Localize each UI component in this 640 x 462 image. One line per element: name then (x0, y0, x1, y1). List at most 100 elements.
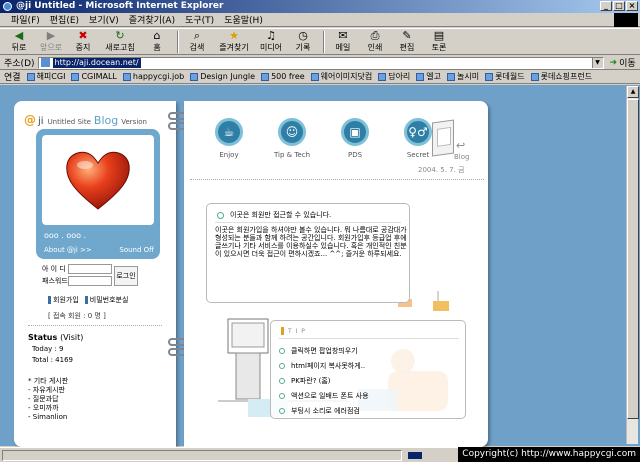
go-button[interactable]: ➜ 이동 (610, 56, 636, 70)
link-item[interactable]: 해피CGI (26, 71, 65, 82)
about-link[interactable]: About @ji >> (44, 246, 92, 254)
favorites-button[interactable]: ★ 즐겨찾기 (214, 30, 254, 53)
back-arrow-icon: ◀ (14, 29, 24, 42)
menu-favorites[interactable]: 즐겨찾기(A) (124, 13, 180, 26)
link-item[interactable]: 놀시미 (447, 71, 479, 82)
window-controls: _ □ × (600, 1, 638, 11)
blog-label[interactable]: Blog (454, 153, 469, 161)
media-icon: ♫ (266, 29, 276, 42)
board-link[interactable]: - 오미까까 (28, 404, 68, 413)
divider (28, 325, 162, 326)
forward-button[interactable]: ▶ 앞으로 (36, 30, 66, 53)
refresh-button[interactable]: ↻ 새로고침 (100, 30, 140, 53)
id-label: 아 이 디 (42, 265, 66, 273)
password-row: 패스워드 (42, 276, 112, 286)
back-label: 뒤로 (11, 43, 27, 52)
link-icon (26, 72, 35, 81)
notice-divider (215, 222, 401, 223)
discuss-button[interactable]: ▤ 토론 (424, 30, 454, 53)
find-password-link[interactable]: 비밀번호분실 (85, 295, 129, 305)
close-button[interactable]: × (626, 1, 638, 11)
board-link[interactable]: - 자유게시판 (28, 386, 68, 395)
menu-tools[interactable]: 도구(T) (180, 13, 219, 26)
home-button[interactable]: ⌂ 홈 (142, 30, 172, 53)
minimize-button[interactable]: _ (600, 1, 612, 11)
join-link[interactable]: 회원가입 (48, 295, 79, 305)
address-bar: 주소(D) http://aji.docean.net/ ▼ ➜ 이동 (0, 56, 640, 70)
link-label: 웨어이미지닷컴 (320, 72, 373, 81)
menu-help[interactable]: 도움말(H) (219, 13, 268, 26)
menu-view[interactable]: 보기(V) (84, 13, 124, 26)
title-bar: @ji Untitled - Microsoft Internet Explor… (0, 0, 640, 13)
menu-bar: 파일(F) 편집(E) 보기(V) 즐겨찾기(A) 도구(T) 도움말(H) (0, 13, 640, 27)
link-icon (378, 72, 387, 81)
back-button[interactable]: ◀ 뒤로 (4, 30, 34, 53)
login-button[interactable]: 로그인 (114, 266, 138, 286)
maximize-button[interactable]: □ (613, 1, 625, 11)
board-link[interactable]: - Simanlion (28, 413, 68, 422)
nav-icons: ☕ Enjoy ☺ Tip & Tech ▣ PDS ♀♂ Secret (208, 118, 439, 159)
nav-pds[interactable]: ▣ PDS (334, 118, 376, 159)
mail-button[interactable]: ✉ 메일 (328, 30, 358, 53)
tip-item[interactable]: 액션으로 일배드 폰트 사용 (279, 388, 369, 403)
search-label: 검색 (189, 43, 205, 52)
mail-label: 메일 (335, 43, 351, 52)
blog-book-icon[interactable] (432, 119, 454, 157)
menu-file[interactable]: 파일(F) (6, 13, 45, 26)
address-url[interactable]: http://aji.docean.net/ (52, 57, 141, 68)
link-item[interactable]: 롯데쇼핑프런드 (530, 71, 592, 82)
link-item[interactable]: Design Jungle (190, 72, 255, 81)
print-label: 인쇄 (367, 43, 383, 52)
link-item[interactable]: 웨어이미지닷컴 (310, 71, 373, 82)
mail-icon: ✉ (338, 29, 348, 42)
media-button[interactable]: ♫ 미디어 (256, 30, 286, 53)
printer-icon: ⎙ (370, 29, 380, 42)
scroll-up-icon[interactable]: ▲ (627, 86, 639, 98)
link-icon (447, 72, 456, 81)
page-icon (40, 58, 50, 67)
tip-divider (279, 338, 459, 339)
link-item[interactable]: happycgi.job (122, 72, 184, 81)
id-input[interactable] (68, 264, 112, 274)
search-button[interactable]: ⌕ 검색 (182, 30, 212, 53)
tip-item[interactable]: 부팅시 소리로 에러점검 (279, 403, 369, 418)
menu-edit[interactable]: 편집(E) (45, 13, 84, 26)
history-icon: ◷ (298, 29, 308, 42)
stop-button[interactable]: ✖ 중지 (68, 30, 98, 53)
print-button[interactable]: ⎙ 인쇄 (360, 30, 390, 53)
home-label: 홈 (153, 43, 161, 52)
nav-tip-tech[interactable]: ☺ Tip & Tech (271, 118, 313, 159)
link-item[interactable]: CGIMALL (71, 72, 117, 81)
nav-label: Secret (406, 151, 430, 159)
tip-item[interactable]: PK파란? (홈) (279, 373, 369, 388)
board-link[interactable]: - 질문과답 (28, 395, 68, 404)
address-input[interactable]: http://aji.docean.net/ ▼ (37, 56, 604, 69)
sound-toggle[interactable]: Sound Off (119, 246, 154, 254)
profile-image (42, 135, 154, 225)
tip-item[interactable]: html페이지 복사못하게.. (279, 358, 369, 373)
chevron-down-icon[interactable]: ▼ (591, 57, 603, 68)
forward-label: 앞으로 (39, 43, 63, 52)
nav-enjoy[interactable]: ☕ Enjoy (208, 118, 250, 159)
dotted-divider (190, 179, 484, 180)
link-label: Design Jungle (200, 72, 256, 81)
edit-icon: ✎ (402, 29, 412, 42)
link-item[interactable]: 엘고 (416, 71, 441, 82)
link-item[interactable]: 500 free (261, 72, 305, 81)
password-input[interactable] (68, 276, 112, 286)
tip-list: 클릭하면 팝업창띄우기 html페이지 복사못하게.. PK파란? (홈) 액션… (279, 343, 369, 418)
links-label: 연결 (4, 73, 21, 83)
link-item[interactable]: 롯데월드 (485, 71, 525, 82)
history-button[interactable]: ◷ 기록 (288, 30, 318, 53)
member-links: 회원가입 비밀번호분실 (48, 295, 128, 305)
edit-button[interactable]: ✎ 편집 (392, 30, 422, 53)
vertical-scrollbar[interactable]: ▲ (626, 86, 639, 444)
tip-title: T I P (281, 327, 306, 335)
scroll-thumb[interactable] (627, 99, 639, 419)
tip-item[interactable]: 클릭하면 팝업창띄우기 (279, 343, 369, 358)
link-item[interactable]: 담아리 (378, 71, 410, 82)
windows-logo-throbber (614, 13, 638, 27)
search-icon: ⌕ (193, 29, 201, 42)
link-label: 담아리 (388, 72, 411, 81)
today-count: Today : 9 (32, 345, 64, 353)
